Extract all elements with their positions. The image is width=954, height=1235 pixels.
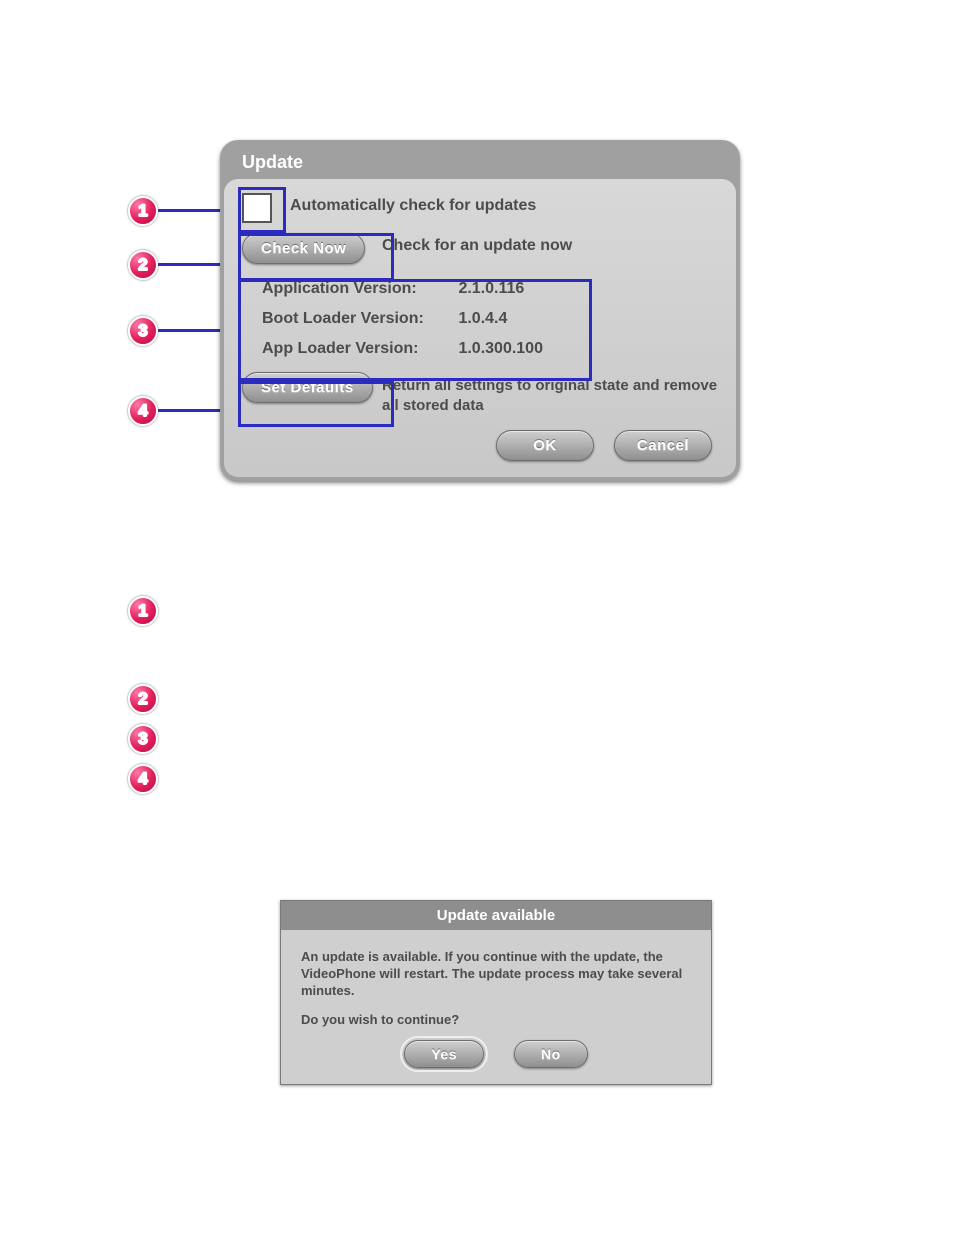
callout-badge-2: 2: [128, 250, 158, 280]
legend-badge-1: 1: [128, 596, 158, 626]
update-dialog: Update Automatically check for updates C…: [220, 140, 740, 481]
update-available-dialog: Update available An update is available.…: [280, 900, 712, 1085]
update-available-message: An update is available. If you continue …: [301, 948, 691, 999]
callout-badge-4: 4: [128, 396, 158, 426]
legend-badge-4: 4: [128, 764, 158, 794]
legend-badge-2: 2: [128, 684, 158, 714]
callout-badge-1: 1: [128, 196, 158, 226]
yes-button[interactable]: Yes: [404, 1040, 484, 1068]
auto-check-label: Automatically check for updates: [290, 193, 718, 215]
callout-box-4: [238, 381, 394, 427]
dialog-body: Automatically check for updates Check No…: [224, 179, 736, 477]
check-now-label: Check for an update now: [382, 233, 718, 255]
callout-box-2: [238, 233, 394, 281]
no-button[interactable]: No: [514, 1040, 588, 1068]
ok-button[interactable]: OK: [496, 430, 594, 461]
callout-box-3: [238, 279, 592, 381]
dialog-title: Update: [224, 144, 736, 179]
update-available-title: Update available: [281, 901, 711, 930]
cancel-button[interactable]: Cancel: [614, 430, 712, 461]
update-available-question: Do you wish to continue?: [301, 1011, 691, 1028]
callout-box-1: [238, 187, 286, 233]
callout-badge-3: 3: [128, 316, 158, 346]
legend-badge-3: 3: [128, 724, 158, 754]
